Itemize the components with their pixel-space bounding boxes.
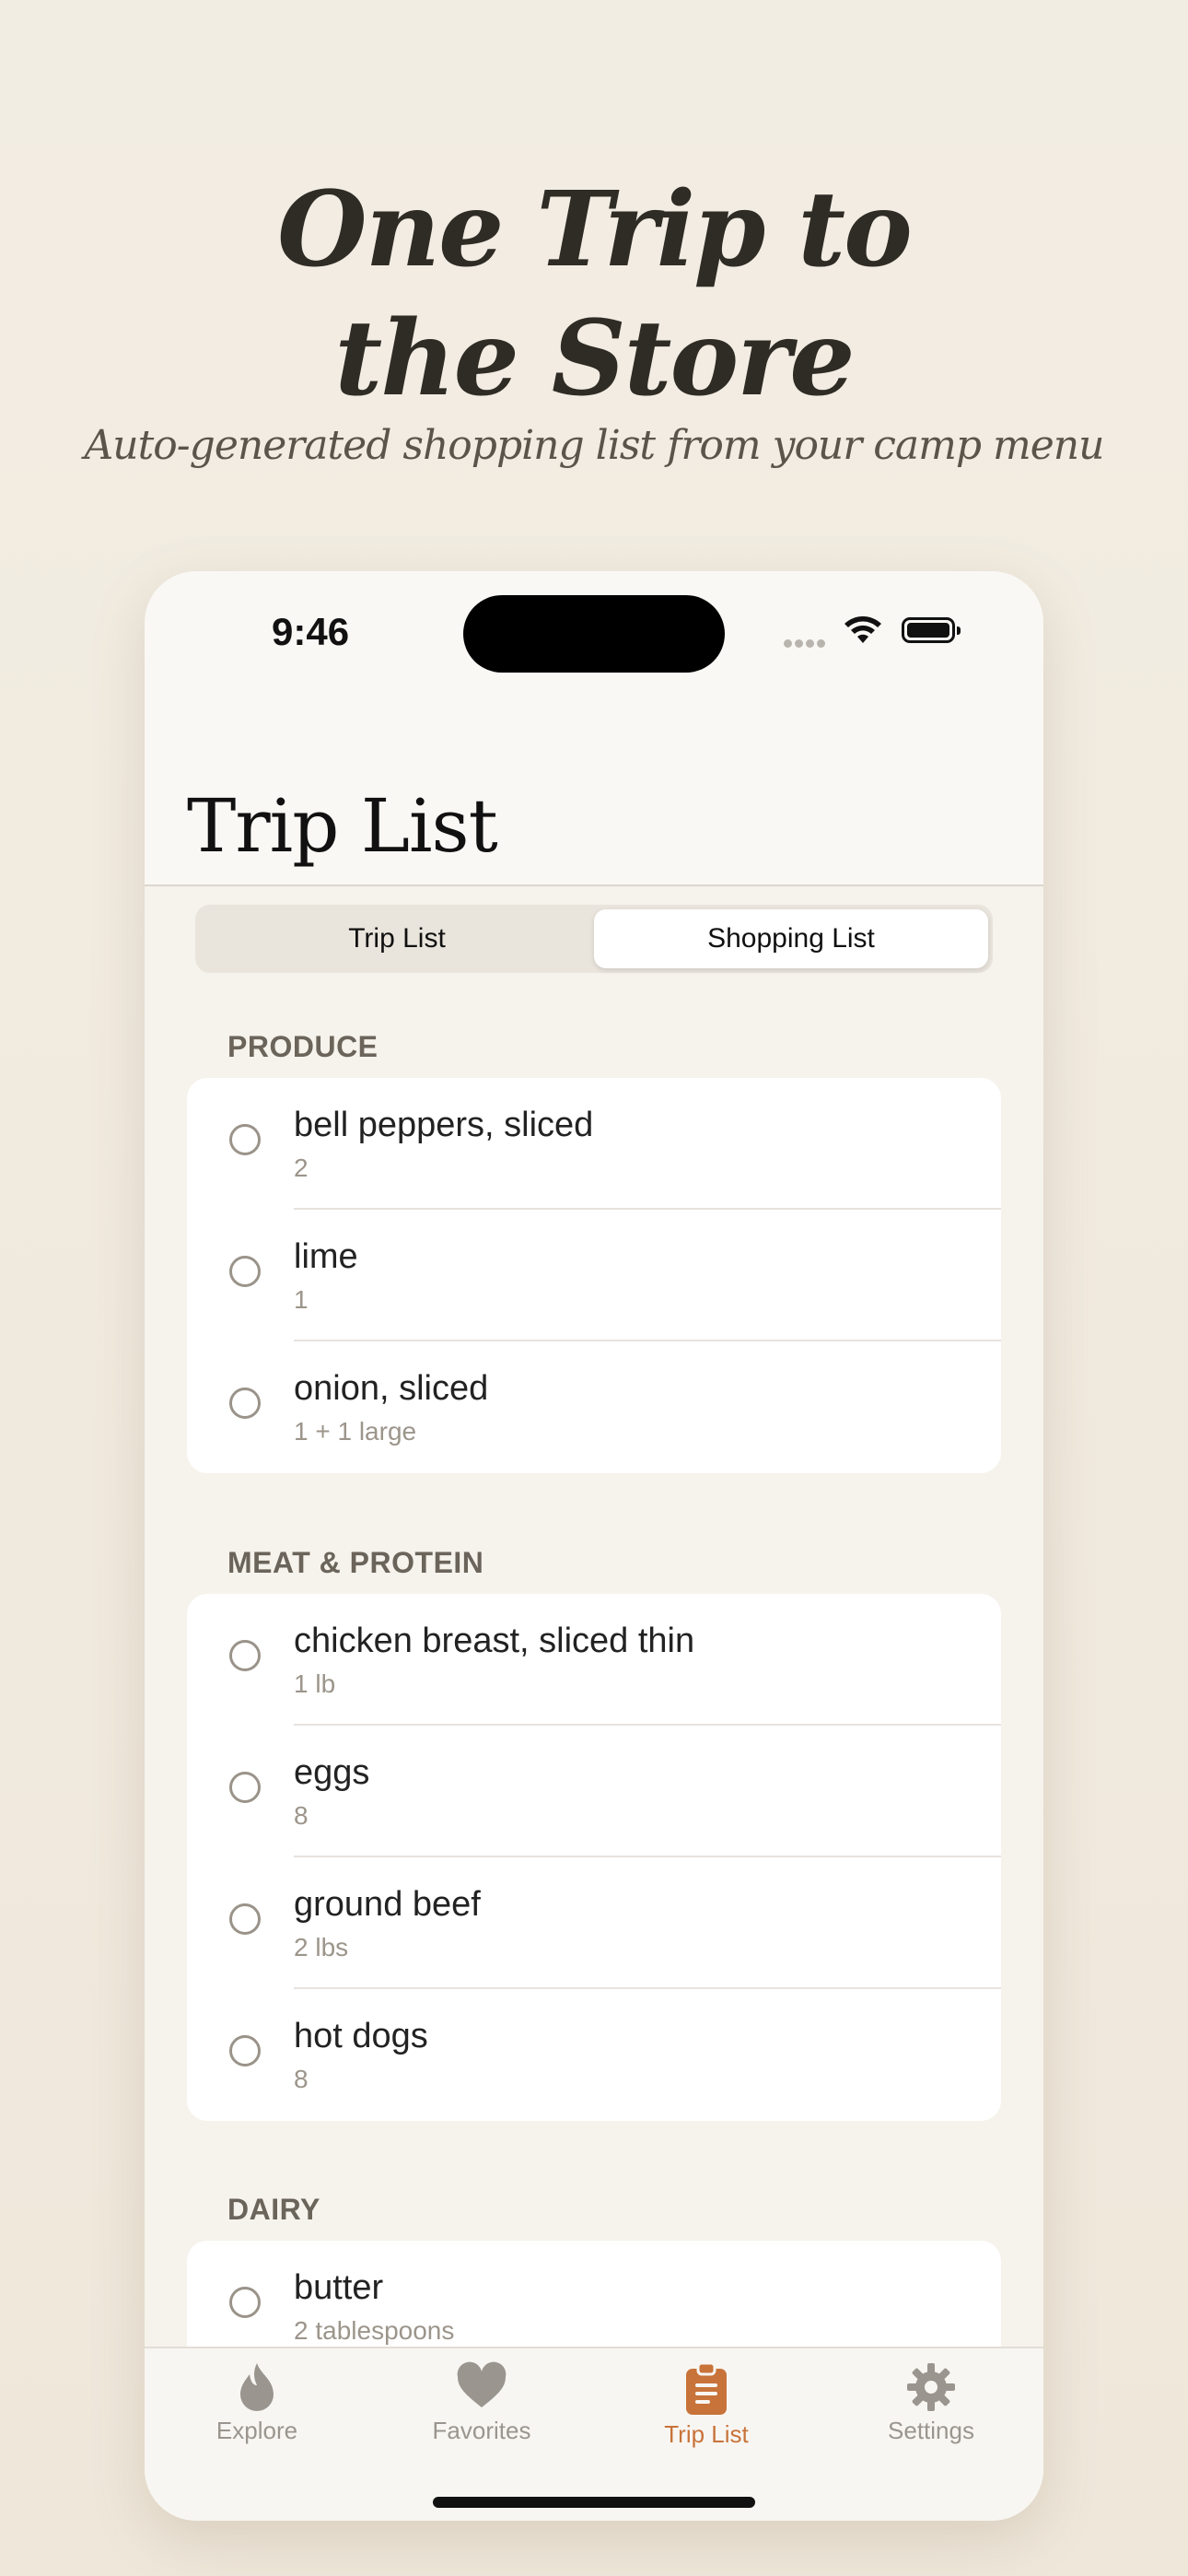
navigation-header: 9:46 Trip List xyxy=(145,571,1043,886)
checkbox-circle[interactable] xyxy=(229,1388,261,1419)
wifi-icon xyxy=(844,616,881,643)
home-indicator xyxy=(433,2497,755,2508)
marketing-headline: One Trip to the Store xyxy=(0,166,1188,424)
tab-bar: Explore Favorites Trip List Settings xyxy=(145,2347,1043,2521)
tab-label: Trip List xyxy=(664,2420,749,2448)
marketing-subheadline: Auto-generated shopping list from your c… xyxy=(84,422,1105,469)
list-item[interactable]: chicken breast, sliced thin 1 lb xyxy=(187,1594,1001,1726)
item-name: onion, sliced xyxy=(294,1369,489,1408)
list-item[interactable]: ground beef 2 lbs xyxy=(187,1857,1001,1989)
section-card-meat-protein: chicken breast, sliced thin 1 lb eggs 8 … xyxy=(187,1594,1001,2121)
item-quantity: 1 lb xyxy=(294,1669,336,1698)
section-header-dairy: DAIRY xyxy=(227,2193,320,2226)
item-quantity: 2 lbs xyxy=(294,1933,349,1961)
tab-favorites[interactable]: Favorites xyxy=(369,2348,594,2445)
section-header-produce: PRODUCE xyxy=(227,1030,379,1063)
checkbox-circle[interactable] xyxy=(229,1256,261,1287)
item-name: butter xyxy=(294,2268,384,2307)
list-item[interactable]: hot dogs 8 xyxy=(187,1989,1001,2121)
checkbox-circle[interactable] xyxy=(229,1640,261,1671)
tab-label: Explore xyxy=(215,2417,298,2444)
section-header-meat-protein: MEAT & PROTEIN xyxy=(227,1546,484,1579)
item-name: bell peppers, sliced xyxy=(294,1106,594,1144)
flame-icon xyxy=(240,2363,274,2411)
checkbox-circle[interactable] xyxy=(229,2035,261,2067)
segmented-control: Trip List Shopping List xyxy=(195,905,993,973)
item-name: hot dogs xyxy=(294,2017,428,2055)
segment-trip-list[interactable]: Trip List xyxy=(200,909,594,968)
item-quantity: 8 xyxy=(294,1801,309,1830)
item-name: eggs xyxy=(294,1753,370,1792)
cellular-signal-icon xyxy=(784,636,828,652)
segment-shopping-list[interactable]: Shopping List xyxy=(594,909,988,968)
headline-line-2: the Store xyxy=(334,299,856,419)
tab-trip-list[interactable]: Trip List xyxy=(594,2348,819,2449)
tab-settings[interactable]: Settings xyxy=(819,2348,1043,2445)
item-name: ground beef xyxy=(294,1885,481,1924)
gear-icon xyxy=(907,2363,955,2411)
section-card-produce: bell peppers, sliced 2 lime 1 onion, sli… xyxy=(187,1078,1001,1473)
clipboard-icon xyxy=(686,2361,727,2415)
item-quantity: 1 + 1 large xyxy=(294,1417,417,1446)
item-name: lime xyxy=(294,1237,358,1276)
item-quantity: 1 xyxy=(294,1285,309,1314)
headline-line-1: One Trip to xyxy=(277,170,913,290)
dynamic-island xyxy=(463,595,725,673)
item-quantity: 2 tablespoons xyxy=(294,2316,455,2345)
phone-frame: 9:46 Trip List Trip List Shopping List P… xyxy=(145,571,1043,2521)
checkbox-circle[interactable] xyxy=(229,1903,261,1935)
list-item[interactable]: lime 1 xyxy=(187,1210,1001,1341)
item-quantity: 2 xyxy=(294,1153,309,1182)
checkbox-circle[interactable] xyxy=(229,1772,261,1803)
list-item[interactable]: onion, sliced 1 + 1 large xyxy=(187,1341,1001,1473)
tab-label: Favorites xyxy=(432,2417,531,2444)
status-time: 9:46 xyxy=(272,610,350,653)
page-title: Trip List xyxy=(187,783,498,869)
item-quantity: 8 xyxy=(294,2065,309,2093)
checkbox-circle[interactable] xyxy=(229,2287,261,2318)
checkbox-circle[interactable] xyxy=(229,1124,261,1155)
tab-explore[interactable]: Explore xyxy=(145,2348,369,2445)
battery-icon xyxy=(902,617,961,643)
item-name: chicken breast, sliced thin xyxy=(294,1622,695,1660)
tab-label: Settings xyxy=(888,2417,974,2444)
list-item[interactable]: bell peppers, sliced 2 xyxy=(187,1078,1001,1210)
heart-icon xyxy=(457,2361,507,2407)
list-item[interactable]: eggs 8 xyxy=(187,1726,1001,1857)
